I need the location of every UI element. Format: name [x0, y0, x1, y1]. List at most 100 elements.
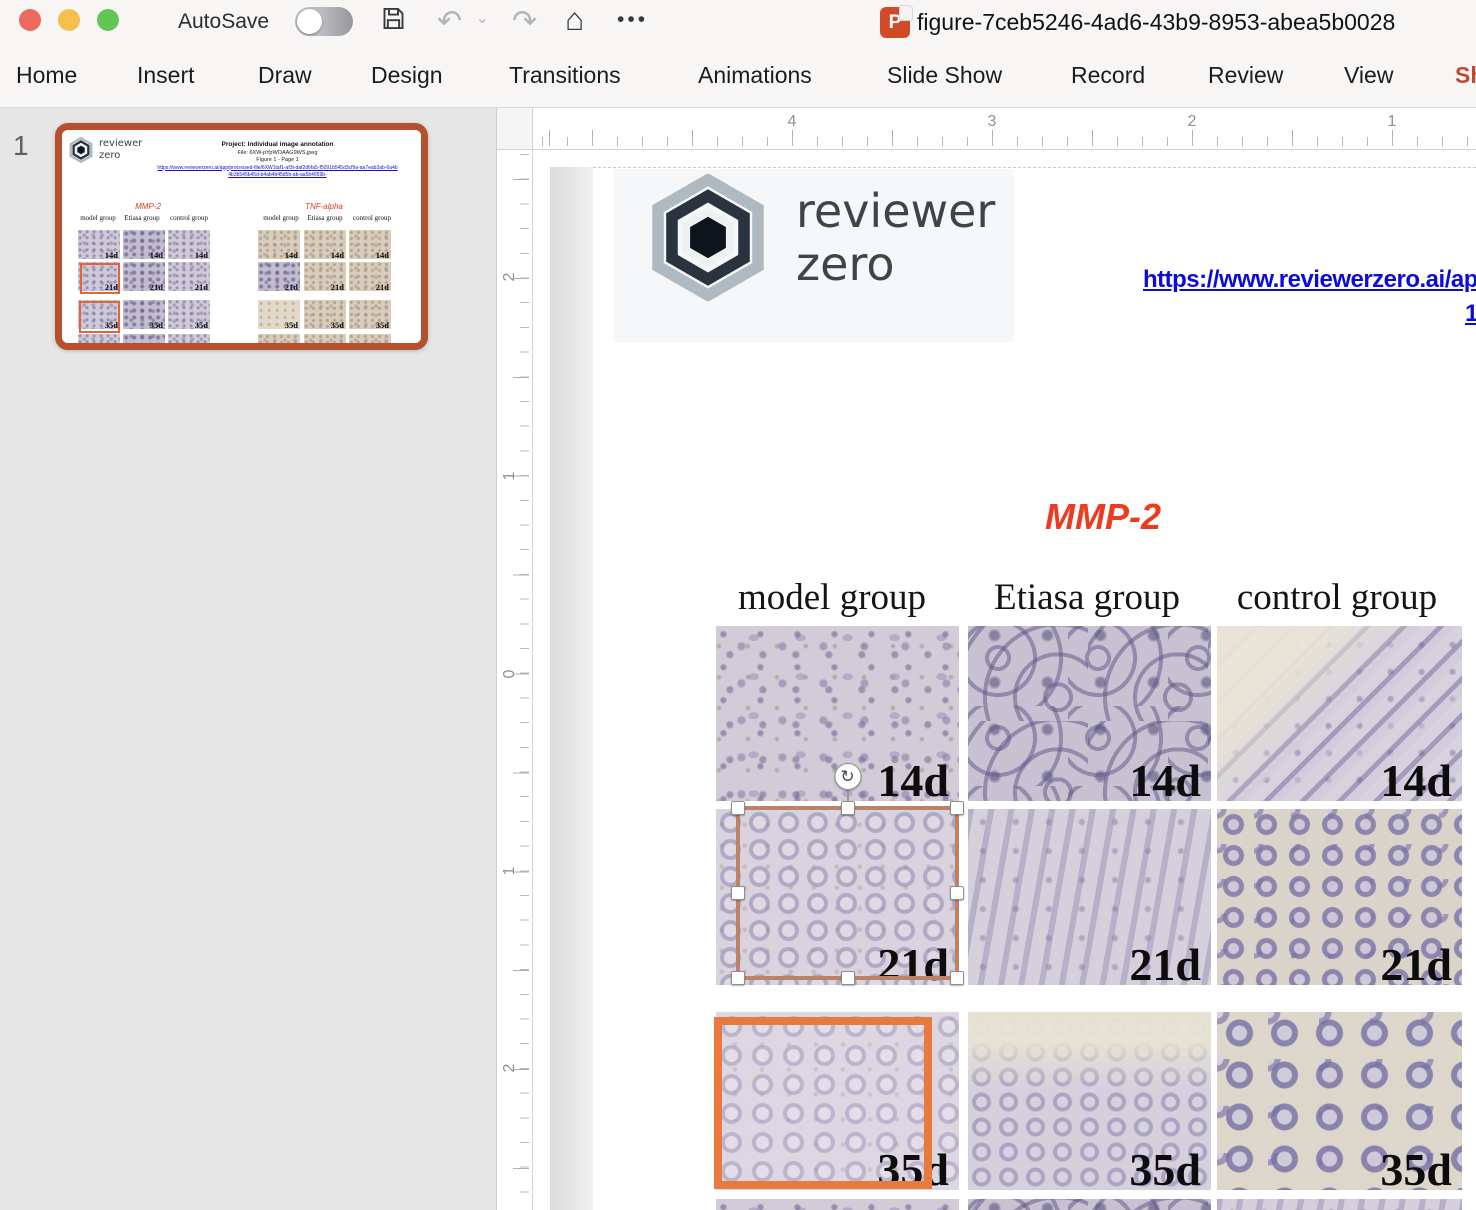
- resize-handle-n[interactable]: [841, 801, 855, 815]
- resize-handle-w[interactable]: [731, 886, 745, 900]
- thumb-tile: [304, 334, 346, 343]
- histology-tile-etiasa-21d[interactable]: 21d: [968, 809, 1211, 985]
- home-icon[interactable]: ⌂: [565, 1, 584, 37]
- thumb-section-title-mmp2: MMP-2: [98, 202, 198, 211]
- h-ruler-number: 3: [982, 113, 1002, 131]
- col-header-model: model group: [717, 576, 947, 619]
- slide-canvas[interactable]: reviewerzero https://www.reviewerzero.ai…: [593, 167, 1476, 1210]
- histology-tile-control-21d[interactable]: 21d: [1217, 809, 1462, 985]
- resize-handle-se[interactable]: [950, 971, 964, 985]
- thumb-tile: 35d: [258, 300, 300, 329]
- tab-animations[interactable]: Animations: [698, 62, 812, 89]
- resize-handle-e[interactable]: [950, 886, 964, 900]
- tab-insert[interactable]: Insert: [137, 62, 195, 89]
- thumb-tile: 14d: [78, 230, 120, 259]
- redo-icon[interactable]: ↷: [512, 4, 537, 40]
- thumb-tile: 14d: [258, 230, 300, 259]
- window-titlebar: AutoSave ↶ ⌄ ↷ ⌂ ••• P figure-7ceb5246-4…: [0, 0, 1476, 44]
- section-title-mmp2[interactable]: MMP-2: [1003, 496, 1203, 538]
- h-ruler-number: 1: [1382, 113, 1402, 131]
- minimize-window-icon[interactable]: [58, 9, 80, 31]
- undo-icon[interactable]: ↶: [437, 4, 462, 40]
- rotate-handle-icon[interactable]: ↻: [834, 763, 861, 790]
- logo-wordmark: reviewerzero: [796, 185, 995, 291]
- resize-handle-ne[interactable]: [950, 801, 964, 815]
- more-toolbar-icon[interactable]: •••: [617, 8, 648, 32]
- thumb-tile: [123, 334, 165, 343]
- col-header-control: control group: [1222, 576, 1452, 619]
- hyperlink-line1[interactable]: https://www.reviewerzero.ai/ap: [1143, 266, 1476, 294]
- v-ruler-number: 0: [501, 664, 519, 684]
- editing-canvas: reviewerzero https://www.reviewerzero.ai…: [534, 150, 1476, 1210]
- thumb-annotation-box-21d: [80, 263, 120, 294]
- document-title: figure-7ceb5246-4ad6-43b9-8953-abea5b002…: [917, 9, 1476, 36]
- thumb-tile: 21d: [304, 262, 346, 291]
- slide-1-thumbnail[interactable]: reviewerzero Project: Individual image a…: [55, 123, 428, 350]
- thumb-tile: [78, 334, 120, 343]
- thumb-tile: 35d: [168, 300, 210, 329]
- vertical-ruler: 2 1 0 1 2: [497, 150, 533, 1210]
- tab-slide-show[interactable]: Slide Show: [887, 62, 1002, 89]
- logo-block[interactable]: reviewerzero: [614, 169, 1014, 342]
- thumb-tile: [349, 334, 391, 343]
- tab-view[interactable]: View: [1344, 62, 1393, 89]
- thumb-link-line1: https://www.reviewerzero.ai/app/processe…: [150, 165, 405, 171]
- histology-tile-clipped[interactable]: [968, 1199, 1211, 1210]
- histology-tile-control-35d[interactable]: 35d: [1217, 1012, 1462, 1190]
- selected-annotation-box-21d[interactable]: ↻: [737, 807, 958, 979]
- slide-thumbnail-panel: 1 reviewerzero Project: Individual image…: [0, 108, 497, 1210]
- thumb-link-line2: 4b3b545b45d-b4ab4b45d5b-ab-aa5b4959b-: [195, 172, 360, 178]
- histology-tile-control-14d[interactable]: 14d: [1217, 626, 1462, 801]
- tab-transitions[interactable]: Transitions: [509, 62, 621, 89]
- v-ruler-number: 2: [501, 267, 519, 287]
- hyperlink-line2[interactable]: 1: [1465, 300, 1476, 328]
- thumb-tile: 21d: [349, 262, 391, 291]
- v-ruler-number: 1: [501, 466, 519, 486]
- thumb-tile: 14d: [349, 230, 391, 259]
- thumb-tile: 14d: [168, 230, 210, 259]
- tab-review[interactable]: Review: [1208, 62, 1283, 89]
- thumb-file-line: File: 6XW-pYpWOAAG9WS.jpeg: [195, 150, 360, 156]
- histology-tile-etiasa-35d[interactable]: 35d: [968, 1012, 1211, 1190]
- autosave-label: AutoSave: [178, 10, 269, 34]
- thumb-header-block: Project: Individual image annotation Fil…: [195, 141, 360, 178]
- thumb-tile: [168, 334, 210, 343]
- h-ruler-number: 4: [782, 113, 802, 131]
- tab-draw[interactable]: Draw: [258, 62, 312, 89]
- thumb-figure-line: Figure 1 - Page 1: [195, 157, 360, 163]
- thumb-tile: 35d: [123, 300, 165, 329]
- save-icon[interactable]: [380, 4, 407, 42]
- thumb-logo-wordmark: reviewerzero: [99, 138, 142, 161]
- resize-handle-sw[interactable]: [731, 971, 745, 985]
- outside-slide-area: [550, 167, 593, 1210]
- thumb-col-header: control group: [154, 214, 224, 222]
- thumb-tile: 14d: [304, 230, 346, 259]
- thumb-tile: 21d: [123, 262, 165, 291]
- ruler-corner: [497, 108, 533, 150]
- autosave-toggle[interactable]: [295, 7, 353, 36]
- thumb-section-title-tnf: TNF-alpha: [274, 202, 374, 211]
- tab-design[interactable]: Design: [371, 62, 443, 89]
- horizontal-ruler: 4 3 2 1: [533, 108, 1476, 150]
- resize-handle-nw[interactable]: [731, 801, 745, 815]
- annotation-box-35d[interactable]: [714, 1017, 932, 1189]
- powerpoint-doc-icon[interactable]: P: [880, 7, 910, 38]
- thumb-tile: 14d: [123, 230, 165, 259]
- reviewer-zero-logo-icon: [69, 137, 93, 163]
- thumb-project-title: Project: Individual image annotation: [195, 141, 360, 148]
- histology-tile-clipped[interactable]: [1217, 1199, 1462, 1210]
- reviewer-zero-logo-icon: [649, 174, 767, 301]
- thumb-tile: [258, 334, 300, 343]
- tab-record[interactable]: Record: [1071, 62, 1145, 89]
- tab-home[interactable]: Home: [16, 62, 77, 89]
- tab-shape-format[interactable]: Sh: [1455, 62, 1476, 89]
- undo-chevron-icon[interactable]: ⌄: [476, 9, 489, 27]
- thumbnail-slide-canvas: reviewerzero Project: Individual image a…: [62, 130, 421, 343]
- thumb-tile: 21d: [168, 262, 210, 291]
- close-window-icon[interactable]: [19, 9, 41, 31]
- histology-tile-etiasa-14d[interactable]: 14d: [968, 626, 1211, 801]
- resize-handle-s[interactable]: [841, 971, 855, 985]
- histology-tile-clipped[interactable]: [716, 1199, 959, 1210]
- thumb-tile: 35d: [304, 300, 346, 329]
- zoom-window-icon[interactable]: [97, 9, 119, 31]
